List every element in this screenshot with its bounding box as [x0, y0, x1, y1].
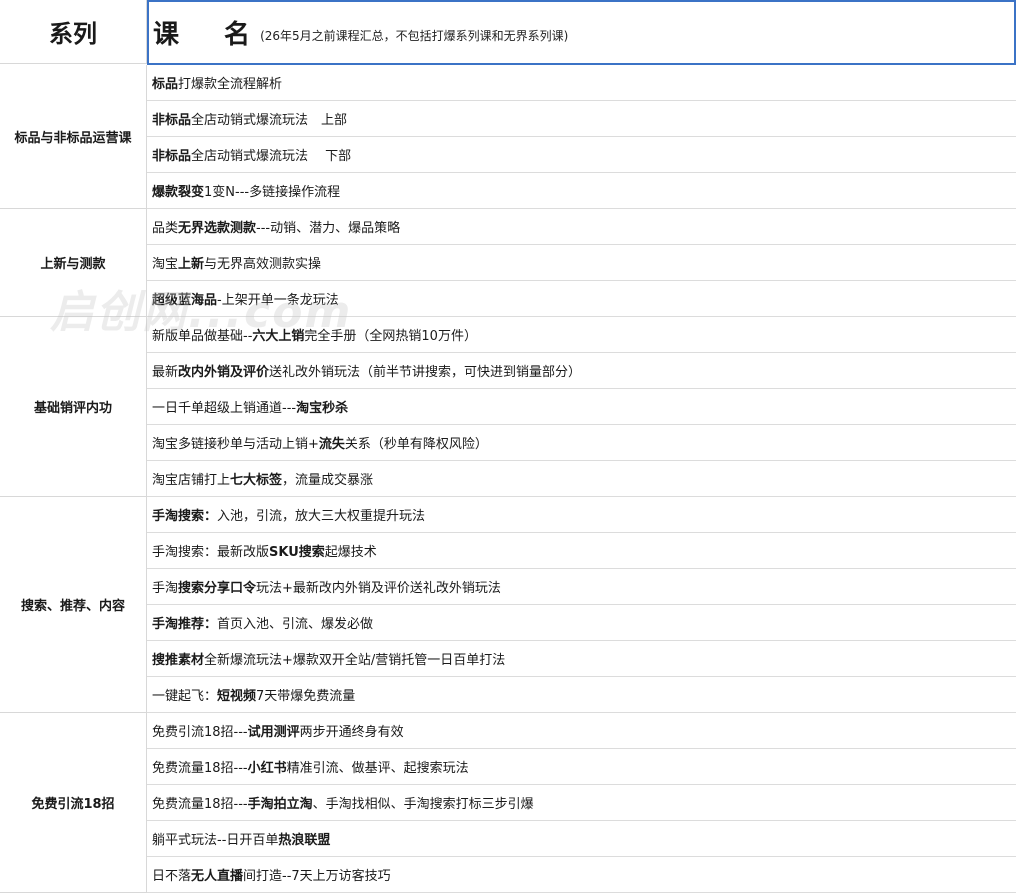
course-text: 精准引流、做基评、起搜索玩法	[286, 761, 469, 776]
course-row[interactable]: 手淘推荐： 首页入池、引流、爆发必做	[147, 605, 1016, 641]
course-text: 玩法+最新改内外销及评价送礼改外销玩法	[256, 581, 501, 596]
course-text: 最新	[152, 365, 179, 380]
course-keyword: 流失	[318, 437, 345, 452]
course-text: 、手淘找相似、手淘搜索打标三步引爆	[312, 797, 534, 812]
course-keyword: 手淘拍立淘	[247, 797, 313, 812]
course-text: 手淘搜索：最新改版	[152, 545, 270, 560]
course-text: 1变N---多链接操作流程	[204, 185, 341, 200]
course-keyword: 标品	[152, 77, 179, 92]
course-row[interactable]: 品类 无界选款测款 ---动销、潜力、爆品策略	[147, 209, 1016, 245]
course-row[interactable]: 躺平式玩法--日开百单 热浪联盟	[147, 821, 1016, 857]
course-text: 入池，引流，放大三大权重提升玩法	[217, 509, 426, 524]
course-text: 免费流量18招---	[152, 797, 248, 812]
course-text: 首页入池、引流、爆发必做	[217, 617, 374, 632]
course-keyword: 改内外销及评价	[178, 365, 270, 380]
course-text: 起爆技术	[324, 545, 377, 560]
course-keyword: 七大标签	[230, 473, 283, 488]
course-row[interactable]: 免费流量18招--- 小红书 精准引流、做基评、起搜索玩法	[147, 749, 1016, 785]
course-text: 两步开通终身有效	[299, 725, 404, 740]
course-keyword: 热浪联盟	[278, 833, 331, 848]
course-text: 全店动销式爆流玩法 上部	[191, 113, 348, 128]
course-text: -上架开单一条龙玩法	[217, 293, 339, 308]
course-name-title: 课 名	[153, 20, 269, 50]
course-text: 品类	[152, 221, 179, 236]
course-text: 间打造--7天上万访客技巧	[243, 869, 391, 884]
course-text: 一日千单超级上销通道---	[152, 401, 297, 416]
course-row[interactable]: 手淘搜索：最新改版 SKU搜索 起爆技术	[147, 533, 1016, 569]
course-keyword: 淘宝秒杀	[296, 401, 349, 416]
course-row[interactable]: 淘宝多链接秒单与活动上销+ 流失 关系（秒单有降权风险）	[147, 425, 1016, 461]
course-text: 躺平式玩法--日开百单	[152, 833, 279, 848]
course-row[interactable]: 免费流量18招--- 手淘拍立淘 、手淘找相似、手淘搜索打标三步引爆	[147, 785, 1016, 821]
course-row[interactable]: 新版单品做基础-- 六大上销 完全手册（全网热销10万件）	[147, 317, 1016, 353]
course-name-header[interactable]: 课 名 (26年5月之前课程汇总，不包括打爆系列课和无界系列课)	[147, 0, 1016, 65]
course-keyword: 无界选款测款	[178, 221, 257, 236]
series-header: 系列	[0, 0, 147, 64]
course-row[interactable]: 手淘搜索： 入池，引流，放大三大权重提升玩法	[147, 497, 1016, 533]
course-text: 送礼改外销玩法（前半节讲搜索，可快进到销量部分）	[269, 365, 582, 380]
course-row[interactable]: 淘宝 上新 与无界高效测款实操	[147, 245, 1016, 281]
course-text: 完全手册（全网热销10万件）	[304, 329, 477, 344]
course-keyword: 试用测评	[247, 725, 300, 740]
course-text: 全店动销式爆流玩法 下部	[191, 149, 352, 164]
course-row[interactable]: 免费引流18招--- 试用测评 两步开通终身有效	[147, 713, 1016, 749]
course-row[interactable]: 日不落 无人直播 间打造--7天上万访客技巧	[147, 857, 1016, 893]
course-row[interactable]: 搜推素材 全新爆流玩法+爆款双开全站/营销托管一日百单打法	[147, 641, 1016, 677]
course-text: 免费流量18招---	[152, 761, 248, 776]
course-row[interactable]: 爆款裂变 1变N---多链接操作流程	[147, 173, 1016, 209]
course-row[interactable]: 标品 打爆款全流程解析	[147, 65, 1016, 101]
course-text: 全新爆流玩法+爆款双开全站/营销托管一日百单打法	[204, 653, 506, 668]
course-keyword: 爆款裂变	[152, 185, 205, 200]
series-cell: 上新与测款	[0, 209, 147, 317]
course-row[interactable]: 一日千单超级上销通道--- 淘宝秒杀	[147, 389, 1016, 425]
course-text: 淘宝	[152, 257, 179, 272]
series-cell: 标品与非标品运营课	[0, 65, 147, 209]
series-cell: 搜索、推荐、内容	[0, 497, 147, 713]
course-text: ，流量成交暴涨	[282, 473, 374, 488]
series-cell: 基础销评内功	[0, 317, 147, 497]
course-keyword: 超级蓝海品	[152, 293, 218, 308]
course-keyword: 非标品	[152, 113, 192, 128]
course-text: 淘宝店铺打上	[152, 473, 231, 488]
course-row[interactable]: 非标品 全店动销式爆流玩法 下部	[147, 137, 1016, 173]
course-row[interactable]: 非标品 全店动销式爆流玩法 上部	[147, 101, 1016, 137]
course-text: 手淘	[152, 581, 179, 596]
course-text: 新版单品做基础--	[152, 329, 253, 344]
course-row[interactable]: 超级蓝海品 -上架开单一条龙玩法	[147, 281, 1016, 317]
course-keyword: 无人直播	[191, 869, 244, 884]
course-row[interactable]: 淘宝店铺打上 七大标签 ，流量成交暴涨	[147, 461, 1016, 497]
course-row[interactable]: 一键起飞： 短视频 7天带爆免费流量	[147, 677, 1016, 713]
course-text: 关系（秒单有降权风险）	[344, 437, 488, 452]
series-cell: 免费引流18招	[0, 713, 147, 893]
course-keyword: 手淘搜索：	[152, 509, 218, 524]
course-text: 淘宝多链接秒单与活动上销+	[152, 437, 319, 452]
course-keyword: 小红书	[247, 761, 287, 776]
course-text: 与无界高效测款实操	[204, 257, 322, 272]
course-keyword: 搜索分享口令	[178, 581, 257, 596]
course-keyword: 搜推素材	[152, 653, 205, 668]
course-keyword: 六大上销	[252, 329, 305, 344]
course-text: ---动销、潜力、爆品策略	[256, 221, 401, 236]
course-keyword: 上新	[178, 257, 205, 272]
course-text: 一键起飞：	[152, 689, 218, 704]
course-row[interactable]: 手淘 搜索分享口令 玩法+最新改内外销及评价送礼改外销玩法	[147, 569, 1016, 605]
course-text: 日不落	[152, 869, 192, 884]
course-keyword: 非标品	[152, 149, 192, 164]
course-keyword: 短视频	[217, 689, 257, 704]
course-name-note: (26年5月之前课程汇总，不包括打爆系列课和无界系列课)	[260, 29, 569, 43]
course-keyword: 手淘推荐：	[152, 617, 218, 632]
course-row[interactable]: 最新 改内外销及评价 送礼改外销玩法（前半节讲搜索，可快进到销量部分）	[147, 353, 1016, 389]
course-text: 7天带爆免费流量	[256, 689, 356, 704]
course-keyword: SKU搜索	[269, 545, 325, 560]
course-text: 打爆款全流程解析	[178, 77, 283, 92]
course-text: 免费引流18招---	[152, 725, 248, 740]
